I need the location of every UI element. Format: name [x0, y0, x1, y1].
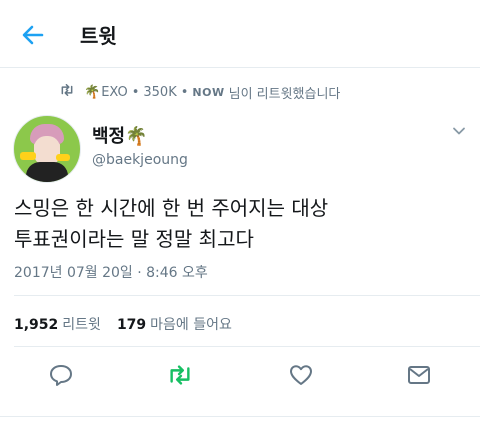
palm-emoji: 🌴	[84, 84, 101, 100]
separator-dot: •	[180, 84, 189, 100]
retweet-context[interactable]: 🌴 EXO • 350K • NOW 님이 리트윗했습니다	[84, 82, 340, 102]
tweet-text-line: 투표권이라는 말 정말 최고다	[14, 227, 254, 251]
retweeter-followers: 350K	[143, 84, 177, 100]
retweet-count-label[interactable]: 리트윗	[62, 314, 101, 334]
like-count[interactable]: 179	[117, 317, 146, 333]
retweet-count[interactable]: 1,952	[14, 317, 58, 333]
like-button[interactable]	[288, 362, 314, 388]
divider	[14, 346, 480, 347]
retweet-icon	[170, 365, 190, 385]
display-name-text: 백정	[92, 126, 126, 147]
user-handle[interactable]: @baekjeoung	[92, 152, 188, 168]
tweet-stats: 1,952 리트윗 179 마음에 들어요	[14, 314, 232, 334]
arrow-left-icon	[22, 25, 44, 45]
now-label: NOW	[192, 85, 225, 99]
tweet-timestamp[interactable]: 2017년 07월 20일 · 8:46 오후	[14, 262, 208, 282]
heart-icon	[290, 365, 312, 385]
back-button[interactable]	[18, 20, 48, 50]
divider	[14, 295, 480, 296]
retweet-context-text: 님이 리트윗했습니다	[228, 86, 341, 102]
envelope-icon	[408, 366, 430, 384]
retweeter-name: EXO	[101, 84, 128, 100]
direct-message-button[interactable]	[406, 362, 432, 388]
tweet-text-line: 스밍은 한 시간에 한 번 주어지는 대상	[14, 196, 329, 220]
like-count-label[interactable]: 마음에 들어요	[150, 314, 232, 334]
separator-dot: •	[131, 84, 140, 100]
retweet-button[interactable]	[167, 362, 193, 388]
chevron-down-icon[interactable]	[452, 124, 466, 138]
reply-icon	[50, 365, 72, 386]
top-bar: 트윗	[0, 0, 480, 68]
avatar[interactable]	[13, 115, 81, 183]
reply-button[interactable]	[48, 362, 74, 388]
retweet-context-icon	[61, 84, 73, 96]
palm-emoji: 🌴	[125, 126, 148, 147]
page-title: 트윗	[80, 24, 117, 48]
divider	[0, 416, 480, 417]
tweet-text: 스밍은 한 시간에 한 번 주어지는 대상 투표권이라는 말 정말 최고다	[14, 193, 469, 255]
display-name[interactable]: 백정🌴	[92, 122, 148, 148]
